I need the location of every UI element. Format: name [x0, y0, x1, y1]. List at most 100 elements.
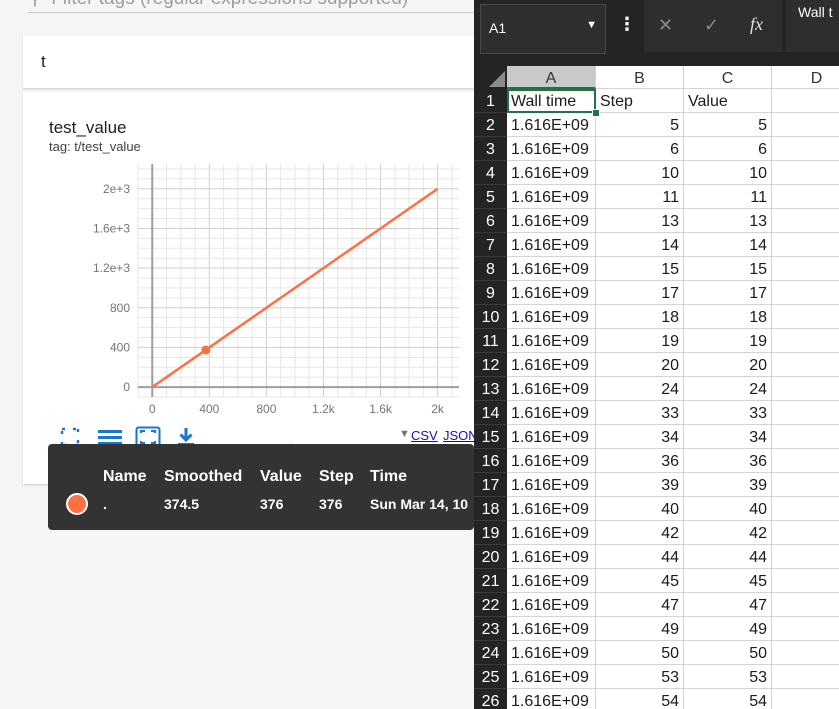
row-header[interactable]: 26	[474, 689, 507, 709]
name-box[interactable]: A1 ▼	[480, 4, 606, 54]
cell-empty[interactable]	[772, 329, 839, 353]
cell-empty[interactable]	[772, 353, 839, 377]
cell-wall-time[interactable]: Wall time	[507, 89, 596, 113]
cell-empty[interactable]	[772, 497, 839, 521]
cell-empty[interactable]	[772, 401, 839, 425]
cell-step[interactable]: 6	[596, 137, 684, 161]
cell-step[interactable]: 15	[596, 257, 684, 281]
row-header[interactable]: 18	[474, 497, 507, 521]
formula-input[interactable]: Wall t	[786, 0, 839, 52]
cell-wall-time[interactable]: 1.616E+09	[507, 185, 596, 209]
cell-empty[interactable]	[772, 569, 839, 593]
cell-step[interactable]: 14	[596, 233, 684, 257]
cell-empty[interactable]	[772, 617, 839, 641]
cell-empty[interactable]	[772, 161, 839, 185]
chevron-down-icon[interactable]: ▼	[586, 19, 597, 31]
cell-step[interactable]: 19	[596, 329, 684, 353]
cancel-icon[interactable]: ✕	[658, 15, 673, 36]
cell-empty[interactable]	[772, 137, 839, 161]
cell-wall-time[interactable]: 1.616E+09	[507, 233, 596, 257]
cell-value[interactable]: 19	[684, 329, 772, 353]
cell-value[interactable]: 54	[684, 689, 772, 709]
cell-wall-time[interactable]: 1.616E+09	[507, 641, 596, 665]
row-header[interactable]: 15	[474, 425, 507, 449]
cell-step[interactable]: 50	[596, 641, 684, 665]
cell-step[interactable]: 54	[596, 689, 684, 709]
cell-value[interactable]: 33	[684, 401, 772, 425]
cell-wall-time[interactable]: 1.616E+09	[507, 281, 596, 305]
cell-empty[interactable]	[772, 689, 839, 709]
cell-wall-time[interactable]: 1.616E+09	[507, 305, 596, 329]
cell-empty[interactable]	[772, 473, 839, 497]
cell-empty[interactable]	[772, 209, 839, 233]
cell-wall-time[interactable]: 1.616E+09	[507, 521, 596, 545]
cell-empty[interactable]	[772, 545, 839, 569]
cell-step[interactable]: 5	[596, 113, 684, 137]
row-header[interactable]: 22	[474, 593, 507, 617]
cell-step[interactable]: 11	[596, 185, 684, 209]
cell-wall-time[interactable]: 1.616E+09	[507, 617, 596, 641]
row-header[interactable]: 20	[474, 545, 507, 569]
cell-wall-time[interactable]: 1.616E+09	[507, 689, 596, 709]
cell-empty[interactable]	[772, 593, 839, 617]
cell-empty[interactable]	[772, 185, 839, 209]
cell-value[interactable]: 18	[684, 305, 772, 329]
row-header[interactable]: 13	[474, 377, 507, 401]
cell-value[interactable]: Value	[684, 89, 772, 113]
cell-step[interactable]: 53	[596, 665, 684, 689]
cell-step[interactable]: 10	[596, 161, 684, 185]
column-header-b[interactable]: B	[596, 66, 684, 89]
cell-value[interactable]: 17	[684, 281, 772, 305]
cell-value[interactable]: 45	[684, 569, 772, 593]
row-header[interactable]: 3	[474, 137, 507, 161]
row-header[interactable]: 2	[474, 113, 507, 137]
cell-value[interactable]: 15	[684, 257, 772, 281]
cell-value[interactable]: 34	[684, 425, 772, 449]
cell-value[interactable]: 11	[684, 185, 772, 209]
cell-wall-time[interactable]: 1.616E+09	[507, 545, 596, 569]
cell-wall-time[interactable]: 1.616E+09	[507, 377, 596, 401]
cell-empty[interactable]	[772, 113, 839, 137]
cell-step[interactable]: 42	[596, 521, 684, 545]
cell-value[interactable]: 5	[684, 113, 772, 137]
cell-step[interactable]: 20	[596, 353, 684, 377]
cell-step[interactable]: 34	[596, 425, 684, 449]
cell-step[interactable]: 47	[596, 593, 684, 617]
scalar-plot[interactable]: 0 400 800 1.2k 1.6k 2k 0 400 800 1.2e+3 1.6e+3 2e+3	[23, 92, 474, 422]
cell-step[interactable]: 49	[596, 617, 684, 641]
cell-step[interactable]: 40	[596, 497, 684, 521]
row-header[interactable]: 12	[474, 353, 507, 377]
cell-wall-time[interactable]: 1.616E+09	[507, 449, 596, 473]
cell-step[interactable]: 36	[596, 449, 684, 473]
column-header-c[interactable]: C	[684, 66, 772, 89]
cell-wall-time[interactable]: 1.616E+09	[507, 569, 596, 593]
column-header-d[interactable]: D	[772, 66, 839, 89]
row-header[interactable]: 10	[474, 305, 507, 329]
cell-value[interactable]: 6	[684, 137, 772, 161]
select-all-corner[interactable]	[474, 66, 507, 89]
cell-value[interactable]: 53	[684, 665, 772, 689]
cell-empty[interactable]	[772, 425, 839, 449]
cell-value[interactable]: 39	[684, 473, 772, 497]
cell-wall-time[interactable]: 1.616E+09	[507, 113, 596, 137]
cell-value[interactable]: 20	[684, 353, 772, 377]
cell-wall-time[interactable]: 1.616E+09	[507, 665, 596, 689]
more-options-icon[interactable]: ⋮	[618, 14, 636, 35]
cell-value[interactable]: 10	[684, 161, 772, 185]
cell-value[interactable]: 50	[684, 641, 772, 665]
cell-wall-time[interactable]: 1.616E+09	[507, 473, 596, 497]
json-download-link[interactable]: JSON	[443, 428, 474, 443]
cell-empty[interactable]	[772, 257, 839, 281]
category-pane-header[interactable]: t	[23, 36, 474, 88]
cell-wall-time[interactable]: 1.616E+09	[507, 593, 596, 617]
cell-step[interactable]: 45	[596, 569, 684, 593]
cell-step[interactable]: 39	[596, 473, 684, 497]
row-header[interactable]: 14	[474, 401, 507, 425]
cell-step[interactable]: Step	[596, 89, 684, 113]
row-header[interactable]: 24	[474, 641, 507, 665]
cell-wall-time[interactable]: 1.616E+09	[507, 329, 596, 353]
insert-function-icon[interactable]: fx	[750, 14, 763, 35]
cell-empty[interactable]	[772, 377, 839, 401]
cell-wall-time[interactable]: 1.616E+09	[507, 401, 596, 425]
row-header[interactable]: 16	[474, 449, 507, 473]
